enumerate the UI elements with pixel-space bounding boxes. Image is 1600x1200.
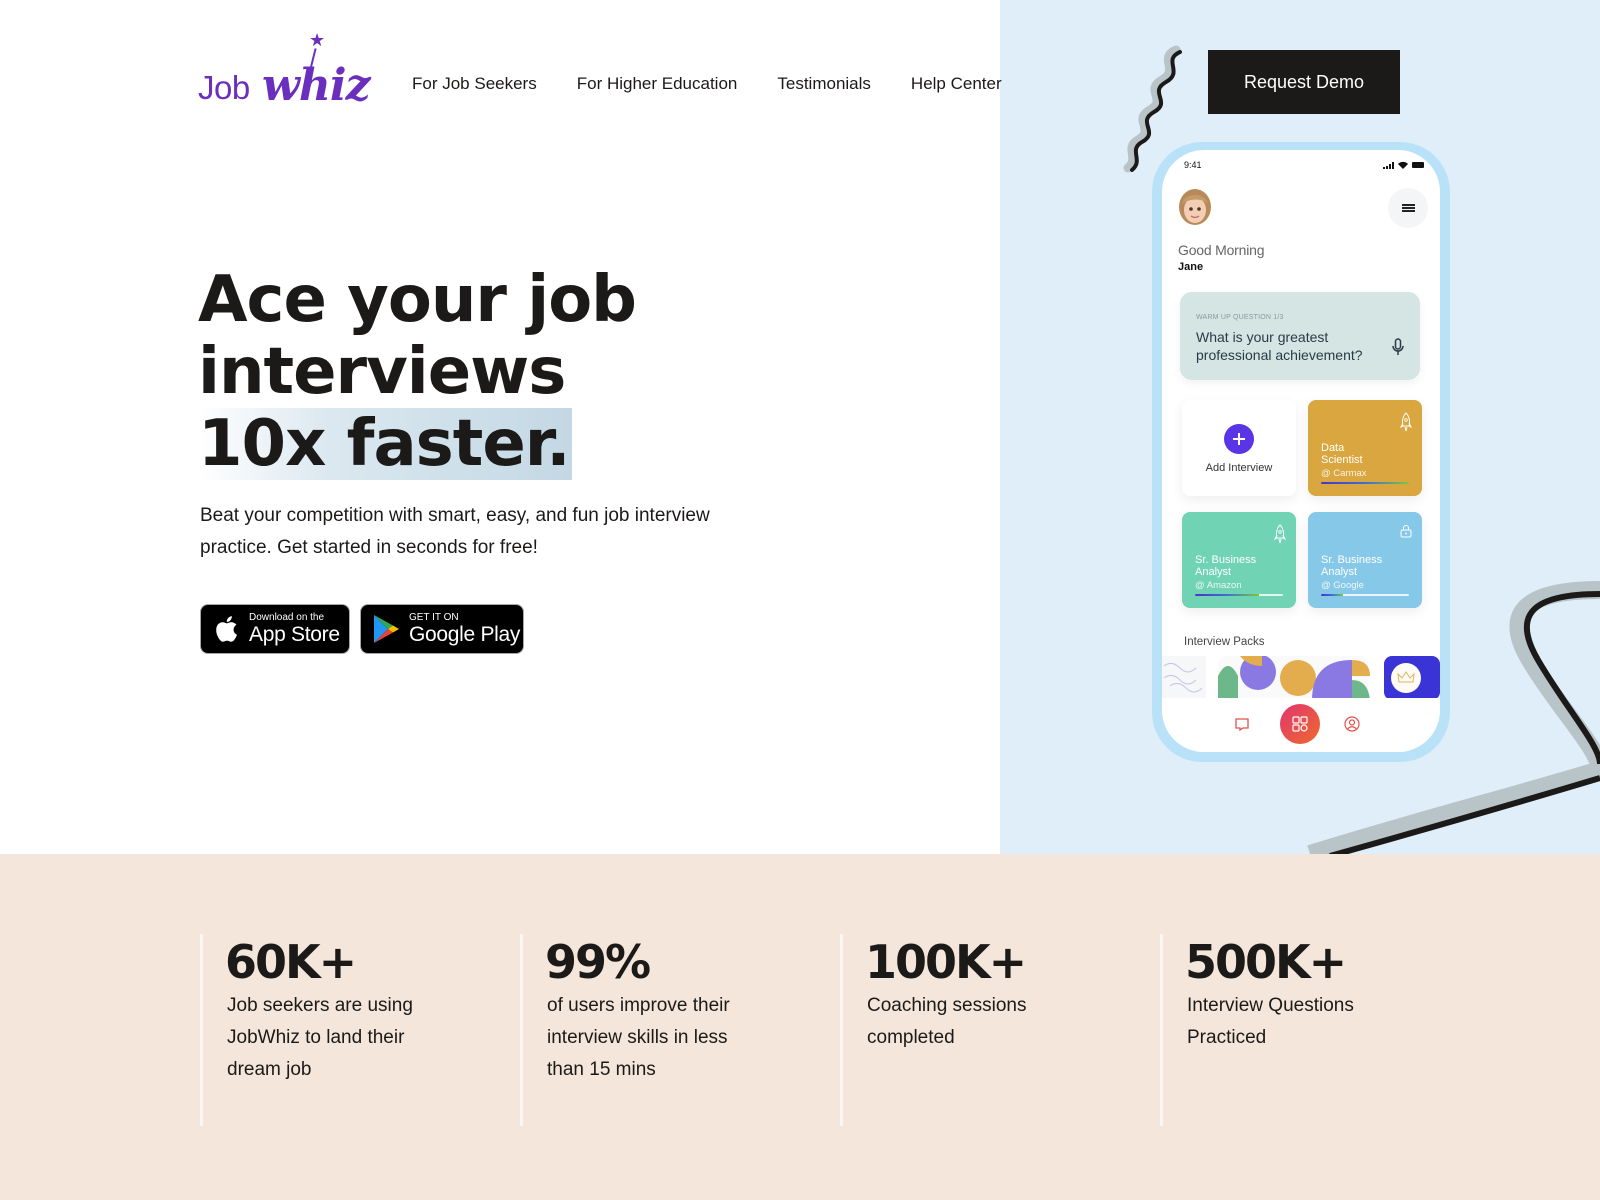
question-text: What is your greatest professional achie…	[1196, 329, 1363, 363]
rocket-icon	[1274, 524, 1286, 544]
question-label: WARM UP QUESTION 1/3	[1196, 314, 1284, 321]
tile-company: @ Amazon	[1195, 580, 1242, 591]
request-demo-button[interactable]: Request Demo	[1208, 50, 1400, 114]
lock-icon	[1400, 525, 1412, 538]
stat-description: of users improve their interview skills …	[547, 995, 730, 1080]
google-play-button[interactable]: GET IT ON Google Play	[360, 604, 524, 654]
nav-for-job-seekers[interactable]: For Job Seekers	[412, 74, 537, 94]
jobwhiz-logo[interactable]: Job whiz ★	[198, 30, 371, 111]
dashboard-nav-button[interactable]	[1280, 704, 1320, 744]
status-icons	[1383, 161, 1424, 169]
headline-line-1: Ace your job	[198, 263, 637, 337]
nav-for-higher-education[interactable]: For Higher Education	[577, 74, 738, 94]
star-icon: ★	[309, 30, 326, 50]
signal-icon	[1383, 161, 1394, 169]
interview-packs-artwork	[1162, 656, 1440, 700]
grid-icon	[1292, 716, 1308, 732]
headline-highlight: 10x faster.	[198, 407, 572, 481]
google-play-icon	[371, 614, 401, 644]
phone-screen: 9:41 Good Morning Jane WARM UP QUESTION	[1162, 150, 1440, 752]
interview-tile-google[interactable]: Sr. Business Analyst @ Google	[1308, 512, 1422, 608]
status-time: 9:41	[1184, 160, 1202, 170]
stat-value: 500K+	[1185, 935, 1347, 989]
tile-title: Sr. Business Analyst	[1195, 554, 1257, 578]
tile-company: @ Carmax	[1321, 468, 1367, 479]
chat-icon[interactable]	[1234, 716, 1250, 732]
app-store-big-text: App Store	[249, 623, 340, 646]
apple-icon	[211, 614, 241, 644]
add-interview-label: Add Interview	[1205, 462, 1273, 474]
interview-tile-amazon[interactable]: Sr. Business Analyst @ Amazon	[1182, 512, 1296, 608]
progress-fill	[1195, 594, 1260, 596]
progress-fill	[1321, 594, 1343, 596]
google-play-big-text: Google Play	[409, 623, 521, 646]
interview-tile-data-scientist[interactable]: Data Scientist @ Carmax	[1308, 400, 1422, 496]
phone-bottom-nav	[1162, 698, 1440, 752]
hero-headline: Ace your job interviews 10x faster.	[198, 263, 637, 481]
interview-packs-carousel[interactable]	[1162, 656, 1440, 700]
stat-value: 100K+	[865, 935, 1027, 989]
main-nav: For Job Seekers For Higher Education Tes…	[412, 74, 1002, 94]
nav-testimonials[interactable]: Testimonials	[777, 74, 871, 94]
nav-help-center[interactable]: Help Center	[911, 74, 1002, 94]
hero-subtext: Beat your competition with smart, easy, …	[200, 505, 710, 558]
wifi-icon	[1398, 161, 1408, 169]
stat-value: 99%	[545, 935, 651, 989]
hamburger-icon	[1401, 203, 1415, 214]
user-name: Jane	[1178, 261, 1204, 273]
profile-icon[interactable]	[1344, 716, 1360, 732]
greeting-text: Good Morning	[1178, 242, 1265, 258]
tile-progress-bar	[1321, 482, 1409, 484]
tile-title: Data Scientist	[1321, 442, 1363, 466]
logo-text-job: Job	[198, 69, 250, 106]
stat-item: 500K+ Interview Questions Practiced	[1160, 934, 1460, 1126]
battery-icon	[1412, 162, 1424, 168]
rocket-icon	[1400, 412, 1412, 432]
headline-line-2: interviews	[198, 335, 566, 409]
hero-section: Job whiz ★ For Job Seekers For Higher Ed…	[0, 0, 1600, 854]
user-avatar[interactable]	[1178, 188, 1212, 226]
tile-company: @ Google	[1321, 580, 1364, 591]
microphone-icon[interactable]	[1392, 338, 1404, 356]
phone-mockup: 9:41 Good Morning Jane WARM UP QUESTION	[1152, 142, 1450, 762]
interview-packs-title: Interview Packs	[1184, 636, 1265, 648]
stat-item: 100K+ Coaching sessions completed	[840, 934, 1140, 1126]
menu-button[interactable]	[1388, 188, 1428, 228]
stat-item: 60K+ Job seekers are using JobWhiz to la…	[200, 934, 500, 1126]
tile-progress-bar	[1195, 594, 1283, 596]
tile-progress-bar	[1321, 594, 1409, 596]
add-interview-tile[interactable]: Add Interview	[1182, 400, 1296, 496]
stats-section: 60K+ Job seekers are using JobWhiz to la…	[0, 854, 1600, 1200]
stat-item: 99% of users improve their interview ski…	[520, 934, 820, 1126]
plus-icon	[1224, 424, 1254, 454]
stat-description: Job seekers are using JobWhiz to land th…	[227, 995, 413, 1080]
tile-title: Sr. Business Analyst	[1321, 554, 1383, 578]
stat-description: Coaching sessions completed	[867, 995, 1027, 1048]
app-store-button[interactable]: Download on the App Store	[200, 604, 350, 654]
progress-fill	[1321, 482, 1409, 484]
logo-text-whiz: whiz	[262, 60, 371, 111]
stat-value: 60K+	[225, 935, 357, 989]
warmup-question-card[interactable]: WARM UP QUESTION 1/3 What is your greate…	[1180, 292, 1420, 380]
stat-description: Interview Questions Practiced	[1187, 995, 1354, 1048]
